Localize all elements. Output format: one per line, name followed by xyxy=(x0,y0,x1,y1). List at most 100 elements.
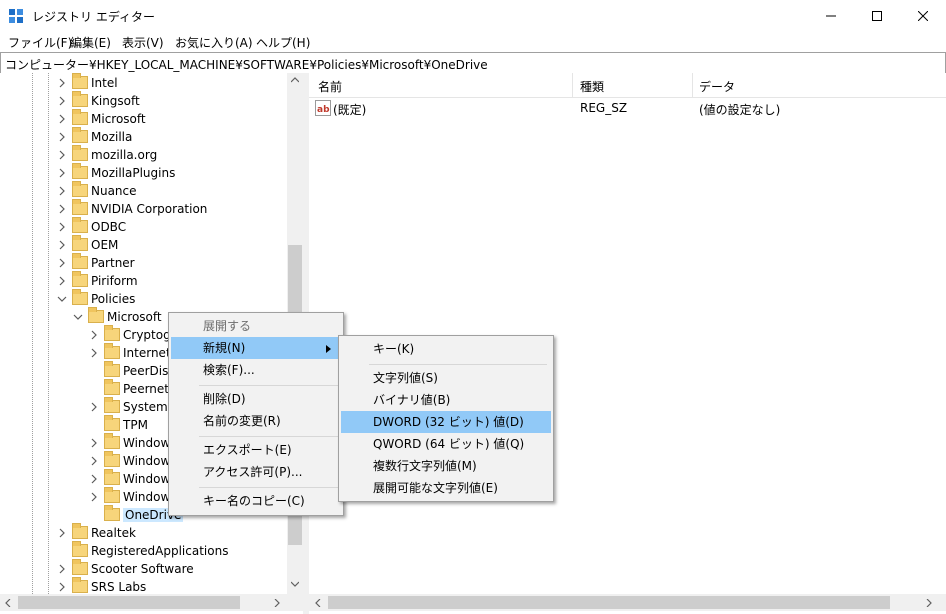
address-bar[interactable]: コンピューター¥HKEY_LOCAL_MACHINE¥SOFTWARE¥Poli… xyxy=(0,52,946,74)
chevron-right-icon[interactable] xyxy=(89,474,99,484)
tree-item[interactable]: ODBC xyxy=(0,217,287,236)
chevron-right-icon[interactable] xyxy=(89,402,99,412)
folder-icon xyxy=(72,73,88,90)
submenu-item-string[interactable]: 文字列値(S) xyxy=(341,367,551,389)
tree-item[interactable]: Piriform xyxy=(0,271,287,290)
tree-item[interactable]: Scooter Software xyxy=(0,559,287,578)
title-bar: レジストリ エディター xyxy=(0,0,946,31)
menu-item-delete[interactable]: 削除(D) xyxy=(171,388,341,410)
folder-icon xyxy=(104,415,120,432)
list-hscroll-thumb[interactable] xyxy=(328,596,890,609)
chevron-right-icon[interactable] xyxy=(57,582,67,592)
chevron-right-icon[interactable] xyxy=(57,204,67,214)
tree-item[interactable]: Nuance xyxy=(0,181,287,200)
menu-file[interactable]: ファイル(F) xyxy=(8,34,72,51)
tree-item[interactable]: Microsoft xyxy=(0,109,287,128)
scroll-left-icon[interactable] xyxy=(315,599,321,607)
folder-icon xyxy=(72,559,88,576)
tree-item[interactable]: mozilla.org xyxy=(0,145,287,164)
menu-item-find[interactable]: 検索(F)... xyxy=(171,359,341,381)
chevron-right-icon[interactable] xyxy=(57,132,67,142)
tree-item[interactable]: Policies xyxy=(0,289,287,308)
column-data[interactable]: データ xyxy=(699,78,735,95)
menu-item-rename[interactable]: 名前の変更(R) xyxy=(171,410,341,432)
folder-icon xyxy=(72,235,88,252)
tree-item[interactable]: SRS Labs xyxy=(0,577,287,594)
chevron-right-icon[interactable] xyxy=(57,222,67,232)
tree-item-label: NVIDIA Corporation xyxy=(91,202,208,216)
tree-item[interactable]: RegisteredApplications xyxy=(0,541,287,560)
tree-item[interactable]: NVIDIA Corporation xyxy=(0,199,287,218)
chevron-down-icon[interactable] xyxy=(57,294,67,304)
chevron-right-icon[interactable] xyxy=(57,78,67,88)
tree-item[interactable]: Realtek xyxy=(0,523,287,542)
tree-item[interactable]: OEM xyxy=(0,235,287,254)
scroll-down-icon[interactable] xyxy=(291,581,299,587)
menu-edit[interactable]: 編集(E) xyxy=(70,34,111,51)
maximize-button[interactable] xyxy=(854,0,900,31)
tree-item[interactable]: Mozilla xyxy=(0,127,287,146)
column-type[interactable]: 種類 xyxy=(580,78,604,95)
chevron-right-icon[interactable] xyxy=(89,330,99,340)
submenu-item-dword[interactable]: DWORD (32 ビット) 値(D) xyxy=(341,411,551,433)
chevron-right-icon[interactable] xyxy=(89,348,99,358)
scroll-left-icon[interactable] xyxy=(5,599,11,607)
tree-item-label: MozillaPlugins xyxy=(91,166,176,180)
chevron-right-icon[interactable] xyxy=(57,258,67,268)
menu-item-expand[interactable]: 展開する xyxy=(171,315,341,337)
tree-item[interactable]: Kingsoft xyxy=(0,91,287,110)
submenu-item-qword[interactable]: QWORD (64 ビット) 値(Q) xyxy=(341,433,551,455)
submenu-item-expandable-string[interactable]: 展開可能な文字列値(E) xyxy=(341,477,551,499)
new-submenu: キー(K) 文字列値(S) バイナリ値(B) DWORD (32 ビット) 値(… xyxy=(338,335,554,502)
menu-view[interactable]: 表示(V) xyxy=(122,34,164,51)
chevron-right-icon[interactable] xyxy=(57,168,67,178)
context-menu: 展開する 新規(N) 検索(F)... 削除(D) 名前の変更(R) エクスポー… xyxy=(168,312,344,516)
chevron-right-icon[interactable] xyxy=(57,114,67,124)
tree-horizontal-scrollbar[interactable] xyxy=(0,594,303,611)
list-horizontal-scrollbar[interactable] xyxy=(309,594,946,611)
svg-text:ab: ab xyxy=(317,105,330,115)
chevron-right-icon[interactable] xyxy=(57,276,67,286)
submenu-item-binary[interactable]: バイナリ値(B) xyxy=(341,389,551,411)
chevron-right-icon[interactable] xyxy=(89,492,99,502)
menu-help[interactable]: ヘルプ(H) xyxy=(256,34,310,51)
chevron-right-icon[interactable] xyxy=(89,438,99,448)
folder-icon xyxy=(104,379,120,396)
menu-item-new[interactable]: 新規(N) xyxy=(171,337,341,359)
chevron-down-icon[interactable] xyxy=(73,312,83,322)
folder-icon xyxy=(72,289,88,306)
submenu-item-key[interactable]: キー(K) xyxy=(341,338,551,360)
column-name[interactable]: 名前 xyxy=(318,78,342,95)
chevron-right-icon[interactable] xyxy=(57,186,67,196)
tree-item[interactable]: Partner xyxy=(0,253,287,272)
tree-item-label: mozilla.org xyxy=(91,148,158,162)
tree-item[interactable]: MozillaPlugins xyxy=(0,163,287,182)
scroll-right-icon[interactable] xyxy=(926,599,932,607)
chevron-right-icon[interactable] xyxy=(57,528,67,538)
chevron-right-icon[interactable] xyxy=(57,96,67,106)
menu-favorites[interactable]: お気に入り(A) xyxy=(175,34,253,51)
menu-item-export[interactable]: エクスポート(E) xyxy=(171,439,341,461)
submenu-item-multi-string[interactable]: 複数行文字列値(M) xyxy=(341,455,551,477)
tree-item-label: Mozilla xyxy=(91,130,133,144)
chevron-right-icon[interactable] xyxy=(57,150,67,160)
value-type: REG_SZ xyxy=(580,101,628,115)
close-button[interactable] xyxy=(900,0,946,31)
tree-item[interactable]: Intel xyxy=(0,73,287,92)
chevron-right-icon[interactable] xyxy=(57,240,67,250)
tree-hscroll-thumb[interactable] xyxy=(18,596,240,609)
tree-item-label: Peernet xyxy=(123,382,169,396)
string-value-icon: ab xyxy=(315,100,331,116)
list-item[interactable]: ab (既定) REG_SZ (値の設定なし) xyxy=(309,99,946,117)
scroll-right-icon[interactable] xyxy=(274,599,280,607)
folder-icon xyxy=(104,361,120,378)
scroll-up-icon[interactable] xyxy=(291,77,299,83)
minimize-button[interactable] xyxy=(808,0,854,31)
chevron-right-icon[interactable] xyxy=(57,564,67,574)
menu-item-copy-key-name[interactable]: キー名のコピー(C) xyxy=(171,490,341,512)
value-data: (値の設定なし) xyxy=(699,103,781,117)
tree-item-label: Nuance xyxy=(91,184,137,198)
folder-icon xyxy=(104,433,120,450)
menu-item-permissions[interactable]: アクセス許可(P)... xyxy=(171,461,341,483)
chevron-right-icon[interactable] xyxy=(89,456,99,466)
